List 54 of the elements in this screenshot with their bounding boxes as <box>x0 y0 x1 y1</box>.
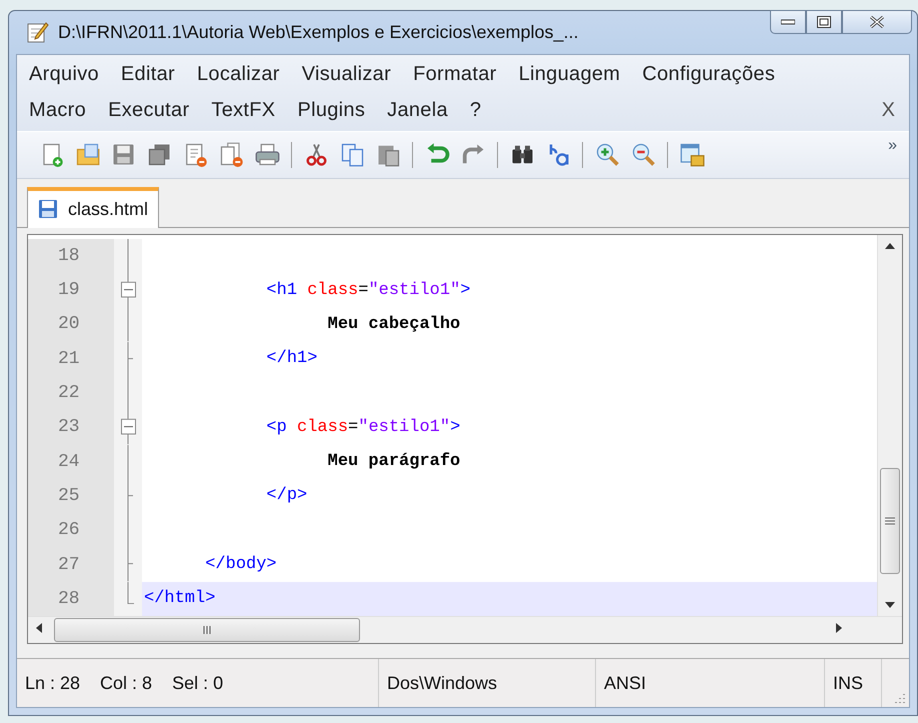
code-line: <p class="estilo1"> <box>265 418 460 437</box>
code-line: <h1 class="estilo1"> <box>265 280 470 300</box>
close-button[interactable] <box>842 10 912 34</box>
line-ending-status: Dos\Windows <box>387 672 498 694</box>
maximize-button[interactable] <box>806 10 842 34</box>
line-number: 25 <box>28 478 114 514</box>
line-number: 18 <box>28 238 114 274</box>
code-line: </html> <box>144 589 216 608</box>
status-position: Col : 8 <box>100 672 152 694</box>
line-number: 21 <box>28 342 114 376</box>
menu-item[interactable]: Executar <box>100 99 204 122</box>
menu-item[interactable]: Visualizar <box>294 63 406 86</box>
menu-item[interactable]: Localizar <box>188 63 294 86</box>
insert-mode-status: INS <box>833 672 864 694</box>
menu-item[interactable]: Linguagem <box>510 63 634 86</box>
code-line: Meu cabeçalho <box>326 314 460 334</box>
status-position: Sel : 0 <box>172 672 224 694</box>
code-line: </body> <box>204 555 277 574</box>
fold-toggle-icon[interactable] <box>121 410 136 445</box>
code-line: </p> <box>265 486 308 506</box>
window-title: D:\IFRN\2011.1\Autoria Web\Exemplos e Exercicios\exemplos_... <box>58 22 580 43</box>
line-number: 20 <box>28 307 114 342</box>
menu-item[interactable]: Plugins <box>289 99 380 122</box>
menu-item[interactable]: ? <box>462 99 496 122</box>
minimize-button[interactable] <box>770 10 806 34</box>
fold-toggle-icon[interactable] <box>121 273 136 308</box>
vertical-scroll-thumb[interactable] <box>880 468 900 574</box>
menu-item[interactable]: Janela <box>379 99 462 122</box>
close-document-button[interactable]: X <box>876 98 901 124</box>
code-line: </h1> <box>265 349 318 368</box>
horizontal-scroll-thumb[interactable] <box>54 618 360 642</box>
line-number: 24 <box>28 444 114 479</box>
menu-item[interactable]: Arquivo <box>21 63 113 86</box>
menu-item[interactable]: Macro <box>21 99 100 122</box>
menu-item[interactable]: TextFX <box>203 99 290 122</box>
menu-item[interactable]: Formatar <box>405 63 511 86</box>
status-position: Ln : 28 <box>25 672 80 694</box>
code-line: Meu parágrafo <box>326 452 460 472</box>
line-number: 27 <box>28 547 114 582</box>
minimize-icon <box>781 19 795 25</box>
line-number: 28 <box>28 582 114 616</box>
maximize-icon <box>817 16 831 28</box>
menu-item[interactable]: Editar <box>112 63 189 86</box>
close-icon <box>869 15 885 29</box>
menu-item[interactable]: Configurações <box>634 63 790 86</box>
line-number: 26 <box>28 513 114 548</box>
encoding-status: ANSI <box>604 672 646 694</box>
toolbar-overflow-button[interactable]: » <box>882 136 903 156</box>
notepad-pencil-icon <box>26 20 50 44</box>
resize-grip-icon[interactable] <box>894 692 906 704</box>
line-number: 19 <box>28 273 114 308</box>
file-tab[interactable]: class.html <box>27 186 160 228</box>
line-number: 23 <box>28 410 114 445</box>
line-number: 22 <box>28 376 114 410</box>
